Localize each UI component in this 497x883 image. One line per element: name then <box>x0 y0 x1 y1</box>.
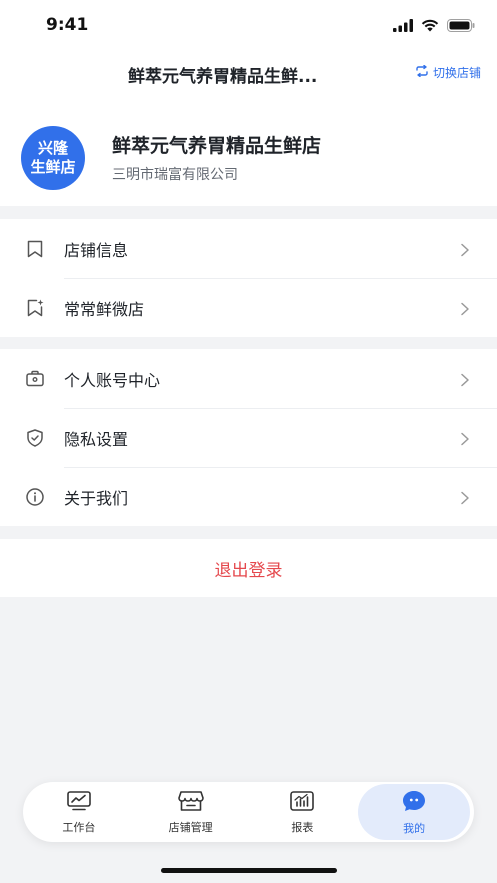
tab-label-mine: 我的 <box>403 821 426 835</box>
nav-bar: 鲜萃元气养胃精品生鲜... 切换店铺 <box>0 52 497 108</box>
store-avatar: 兴隆 生鲜店 <box>21 126 85 190</box>
avatar-line-1: 兴隆 <box>37 139 68 157</box>
store-company: 三明市瑞富有限公司 <box>112 167 238 183</box>
signal-icon <box>393 17 413 36</box>
chat-bubble-icon <box>401 789 427 816</box>
menu-item-account-center[interactable]: 个人账号中心 <box>0 349 497 408</box>
switch-icon <box>415 64 429 80</box>
tab-workbench[interactable]: 工作台 <box>23 784 135 840</box>
info-circle-icon <box>24 486 46 508</box>
profile-screen: 9:41 鲜萃元气养胃精品生鲜... 切换店铺 兴隆 生鲜店 鲜萃元气养胃精品生… <box>0 0 497 883</box>
shield-check-icon <box>24 427 46 449</box>
menu-group-store: 店铺信息 常常鲜微店 <box>0 219 497 337</box>
switch-store-label: 切换店铺 <box>432 66 481 80</box>
chevron-right-icon <box>459 490 471 504</box>
tab-label-reports: 报表 <box>291 820 314 834</box>
store-card[interactable]: 兴隆 生鲜店 鲜萃元气养胃精品生鲜店 三明市瑞富有限公司 <box>0 108 497 206</box>
home-indicator <box>161 868 337 873</box>
storefront-icon <box>177 790 205 815</box>
tab-store-management[interactable]: 店铺管理 <box>135 784 247 840</box>
chart-monitor-icon <box>66 790 92 815</box>
id-card-icon <box>24 368 46 390</box>
avatar-line-2: 生鲜店 <box>30 158 76 176</box>
switch-store-button[interactable]: 切换店铺 <box>415 64 481 81</box>
menu-item-micro-store[interactable]: 常常鲜微店 <box>0 278 497 337</box>
chevron-right-icon <box>459 431 471 445</box>
menu-label-micro-store: 常常鲜微店 <box>64 299 145 319</box>
bar-chart-icon <box>289 790 315 815</box>
status-bar: 9:41 <box>0 0 497 52</box>
tab-reports[interactable]: 报表 <box>247 784 359 840</box>
sparkle-bookmark-icon <box>24 297 46 319</box>
status-icons <box>393 17 475 36</box>
menu-label-store-info: 店铺信息 <box>64 240 129 260</box>
menu-group-account: 个人账号中心 隐私设置 关于我们 <box>0 349 497 526</box>
logout-label: 退出登录 <box>214 560 283 581</box>
chevron-right-icon <box>459 242 471 256</box>
tab-mine[interactable]: 我的 <box>358 784 470 840</box>
chevron-right-icon <box>459 372 471 386</box>
page-title: 鲜萃元气养胃精品生鲜... <box>128 67 318 87</box>
logout-button[interactable]: 退出登录 <box>0 539 497 597</box>
chevron-right-icon <box>459 301 471 315</box>
status-time: 9:41 <box>46 15 89 35</box>
menu-item-privacy[interactable]: 隐私设置 <box>0 408 497 467</box>
menu-label-privacy: 隐私设置 <box>64 429 129 449</box>
tab-label-workbench: 工作台 <box>62 820 96 834</box>
menu-label-account-center: 个人账号中心 <box>64 370 161 390</box>
tab-bar: 工作台 店铺管理 报表 我的 <box>23 782 474 842</box>
battery-icon <box>447 17 475 36</box>
menu-item-about[interactable]: 关于我们 <box>0 467 497 526</box>
menu-label-about: 关于我们 <box>64 488 129 508</box>
menu-item-store-info[interactable]: 店铺信息 <box>0 219 497 278</box>
tab-label-store-management: 店铺管理 <box>168 820 213 834</box>
bookmark-icon <box>24 238 46 260</box>
store-name: 鲜萃元气养胃精品生鲜店 <box>112 135 322 157</box>
wifi-icon <box>421 17 439 36</box>
